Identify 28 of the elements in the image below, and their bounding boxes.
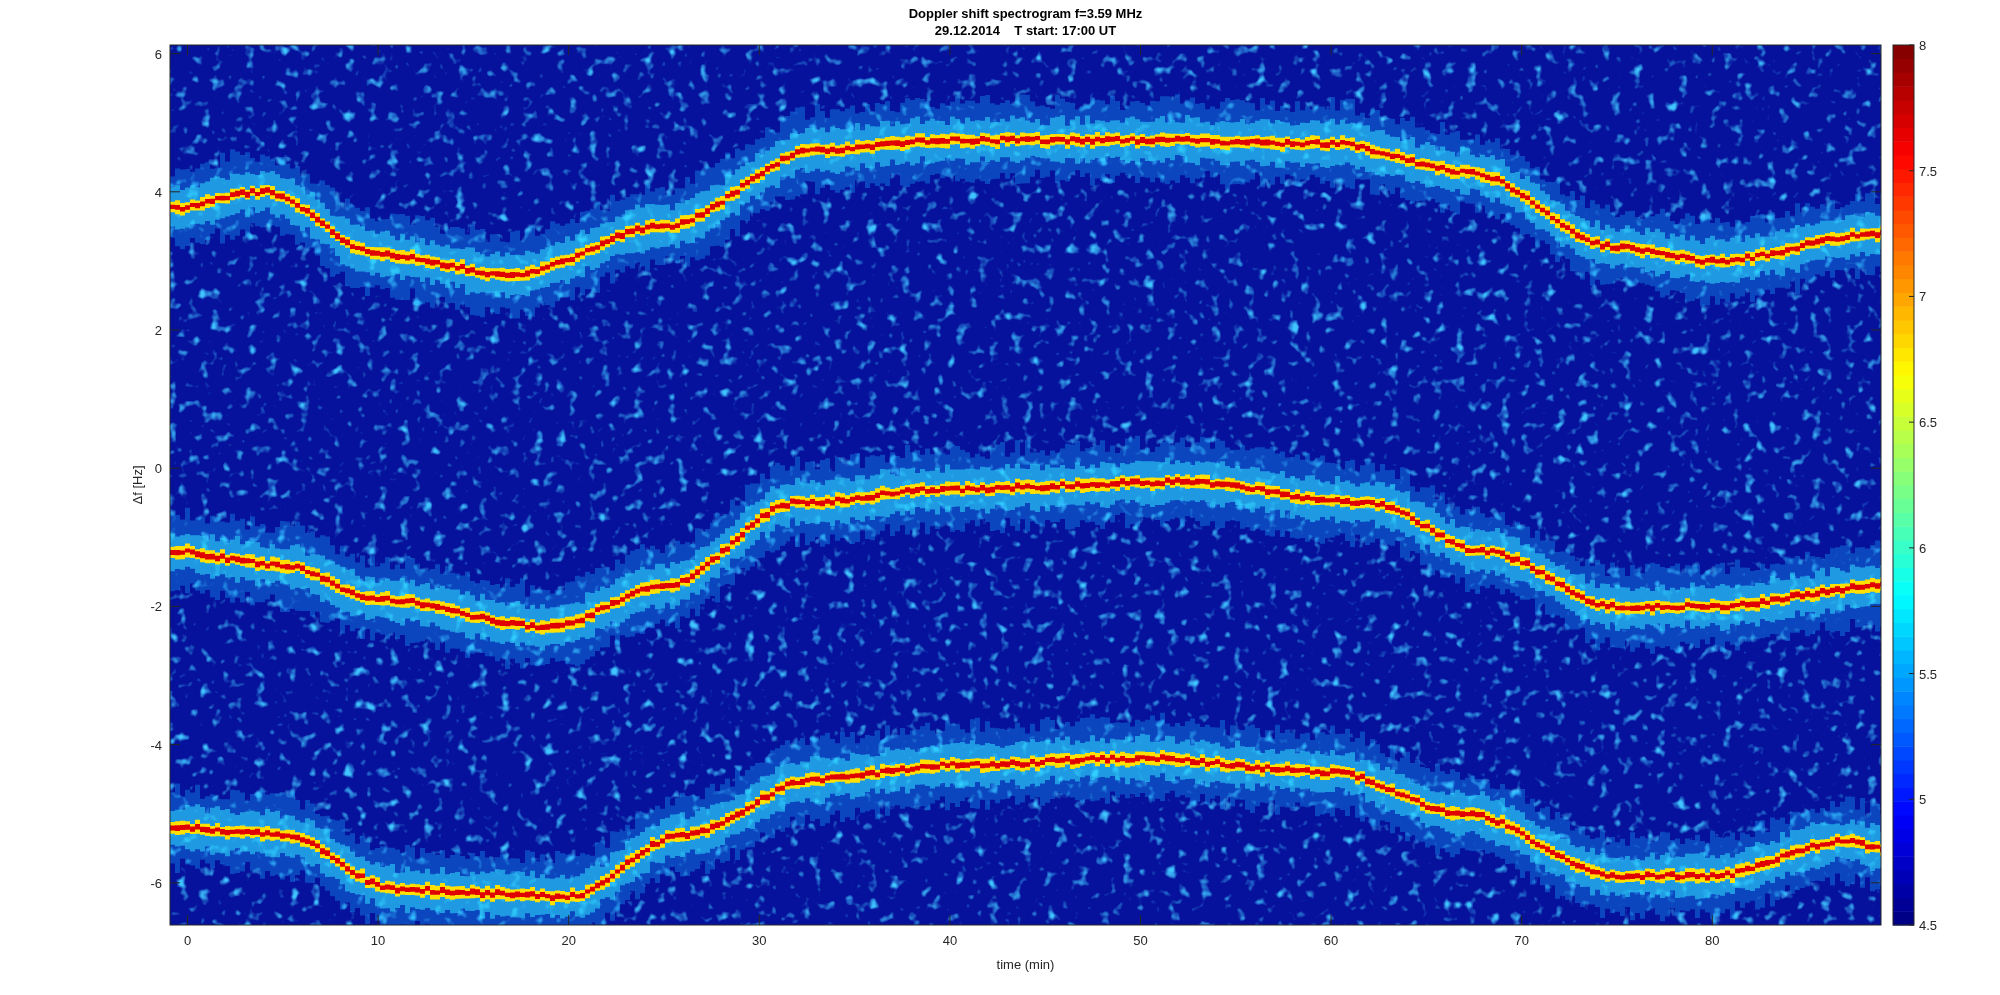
colorbar-tick-label: 5	[1919, 792, 1927, 808]
x-tick-label: 60	[1323, 933, 1339, 948]
x-tick-label: 30	[752, 933, 767, 948]
y-tick-label: 6	[154, 46, 162, 62]
colorbar-tick-label: 7.5	[1919, 163, 1938, 179]
x-tick-label: 40	[942, 933, 958, 948]
x-tick-label: 70	[1514, 933, 1529, 948]
colorbar-tick-label: 6.5	[1919, 415, 1938, 431]
y-tick-label: -2	[150, 599, 162, 615]
y-tick-label: 2	[154, 323, 162, 338]
x-tick-label: 20	[561, 933, 576, 948]
y-axis-label: Δf [Hz]	[130, 465, 145, 505]
y-tick-label: 4	[154, 184, 162, 200]
x-tick-label: 10	[370, 933, 386, 948]
colorbar-tick-label: 7	[1919, 289, 1927, 305]
colorbar-tick-label: 4.5	[1919, 918, 1938, 933]
x-tick-label: 80	[1705, 933, 1720, 948]
colorbar-tick-label: 8	[1919, 38, 1927, 53]
chart-title: Doppler shift spectrogram f=3.59 MHz	[908, 6, 1143, 21]
x-tick-label: 50	[1133, 933, 1148, 948]
x-axis-label: time (min)	[996, 957, 1055, 972]
colorbar-tick-label: 6	[1919, 540, 1927, 556]
chart-title: 29.12.2014 T start: 17:00 UT	[934, 23, 1117, 38]
colorbar-tick-label: 5.5	[1919, 666, 1938, 682]
y-tick-label: 0	[154, 461, 162, 477]
x-tick-label: 0	[183, 933, 192, 948]
y-tick-label: -6	[150, 875, 162, 891]
y-tick-label: -4	[150, 737, 162, 753]
